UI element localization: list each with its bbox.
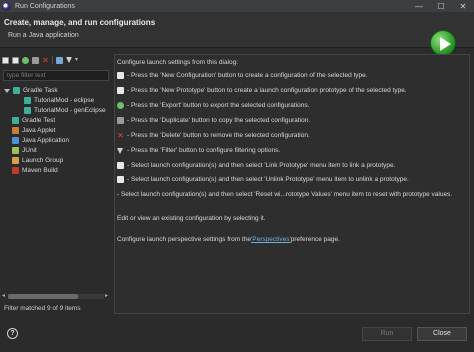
- view-menu-icon[interactable]: ▾: [75, 57, 82, 64]
- junit-icon: [12, 147, 19, 154]
- horizontal-scrollbar[interactable]: ◂ ▸: [2, 293, 110, 300]
- new-prototype-icon[interactable]: [12, 56, 19, 64]
- tree-item-tutorialmod-geneclipse[interactable]: TutorialMod - genEclipse: [24, 106, 106, 115]
- info-line-link-prototype: - Select launch configuration(s) and the…: [117, 162, 395, 169]
- dialog-subtitle: Run a Java application: [8, 32, 79, 39]
- tree-item-label: JUnit: [22, 147, 37, 154]
- new-configuration-icon[interactable]: [2, 56, 9, 64]
- export-icon[interactable]: [22, 56, 29, 64]
- dialog-title: Create, manage, and run configurations: [4, 18, 156, 27]
- tree-item-label: Maven Build: [22, 167, 58, 174]
- filter-status-text: Filter matched 9 of 9 items: [4, 305, 81, 312]
- unlink-prototype-icon: [117, 176, 124, 183]
- java-applet-icon: [12, 127, 19, 134]
- eclipse-logo-icon: [2, 1, 11, 11]
- info-line-text: - Press the 'New Configuration' button t…: [127, 72, 368, 79]
- help-icon[interactable]: ?: [7, 328, 18, 339]
- window-controls: — ☐ ✕: [408, 0, 474, 12]
- java-application-icon: [12, 137, 19, 144]
- info-line-new-configuration: - Press the 'New Configuration' button t…: [117, 72, 368, 79]
- gradle-test-icon: [12, 117, 19, 124]
- info-line-filter: - Press the 'Filter' button to configure…: [117, 147, 280, 154]
- info-panel: Configure launch settings from this dial…: [114, 54, 470, 314]
- scroll-left-icon[interactable]: ◂: [2, 293, 5, 300]
- tree-item-label: Gradle Test: [22, 117, 56, 124]
- dialog-header: Create, manage, and run configurations R…: [0, 12, 474, 56]
- scroll-right-icon[interactable]: ▸: [105, 293, 108, 300]
- info-line-reset: - Select launch configuration(s) and the…: [117, 191, 452, 198]
- toolbar-separator: [52, 56, 53, 64]
- new-configuration-icon: [117, 72, 124, 79]
- info-line-text: - Select launch configuration(s) and the…: [127, 162, 396, 169]
- perspective-text-pre: Configure launch perspective settings fr…: [117, 236, 252, 243]
- tree-item-junit[interactable]: JUnit: [12, 146, 37, 155]
- filter-icon: [117, 147, 123, 154]
- tree-item-label: Launch Group: [22, 157, 64, 164]
- perspective-text-post: preference page.: [290, 236, 340, 243]
- perspectives-link[interactable]: 'Perspectives': [251, 236, 291, 243]
- minimize-button[interactable]: —: [408, 0, 430, 12]
- tree-item-gradle-task[interactable]: Gradle Task: [4, 86, 58, 95]
- configuration-tree[interactable]: Gradle Task TutorialMod - eclipse Tutori…: [2, 84, 110, 302]
- export-icon: [117, 102, 124, 109]
- info-line-text: - Select launch configuration(s) and the…: [117, 191, 453, 198]
- new-prototype-icon: [117, 87, 124, 94]
- tree-item-gradle-test[interactable]: Gradle Test: [12, 116, 55, 125]
- scrollbar-thumb[interactable]: [8, 294, 78, 299]
- tree-item-launch-group[interactable]: Launch Group: [12, 156, 63, 165]
- filter-icon[interactable]: [66, 57, 72, 63]
- launch-group-icon: [12, 157, 19, 164]
- gradle-task-icon: [24, 97, 31, 104]
- tree-item-label: TutorialMod - eclipse: [34, 97, 95, 104]
- window-title: Run Configurations: [15, 2, 75, 10]
- info-line-text: - Press the 'Filter' button to configure…: [127, 147, 281, 154]
- info-line-text: - Press the 'New Prototype' button to cr…: [127, 87, 407, 94]
- tree-item-maven-build[interactable]: Maven Build: [12, 166, 58, 175]
- delete-icon: ✕: [117, 131, 124, 140]
- duplicate-icon: [117, 117, 124, 124]
- run-badge-icon: [430, 30, 456, 56]
- delete-icon[interactable]: ✕: [42, 56, 49, 64]
- dialog-button-bar: ? Run Close: [0, 320, 474, 352]
- tree-item-label: Java Applet: [22, 127, 56, 134]
- config-toolbar: ✕ ▾: [2, 55, 110, 65]
- info-perspective-line: Configure launch perspective settings fr…: [117, 236, 340, 243]
- info-intro: Configure launch settings from this dial…: [117, 59, 238, 66]
- tree-item-java-application[interactable]: Java Application: [12, 136, 69, 145]
- info-intro-text: Configure launch settings from this dial…: [117, 59, 239, 66]
- close-window-button[interactable]: ✕: [452, 0, 474, 12]
- gradle-task-icon: [24, 107, 31, 114]
- info-line-text: - Select launch configuration(s) and the…: [127, 176, 409, 183]
- tree-item-label: Gradle Task: [23, 87, 58, 94]
- tree-item-java-applet[interactable]: Java Applet: [12, 126, 56, 135]
- info-line-text: - Press the 'Delete' button to remove th…: [127, 132, 310, 139]
- link-prototype-icon: [117, 162, 124, 169]
- info-line-duplicate: - Press the 'Duplicate' button to copy t…: [117, 117, 310, 124]
- info-line-text: - Press the 'Export' button to export th…: [127, 102, 310, 109]
- maven-icon: [12, 167, 19, 174]
- tree-item-label: Java Application: [22, 137, 69, 144]
- gradle-icon: [13, 87, 20, 94]
- duplicate-icon[interactable]: [32, 56, 39, 64]
- info-edit-line: Edit or view an existing configuration b…: [117, 215, 266, 222]
- info-line-delete: ✕ - Press the 'Delete' button to remove …: [117, 131, 310, 140]
- tree-item-label: TutorialMod - genEclipse: [34, 107, 106, 114]
- close-button[interactable]: Close: [417, 327, 467, 341]
- info-line-export: - Press the 'Export' button to export th…: [117, 102, 309, 109]
- info-line-unlink-prototype: - Select launch configuration(s) and the…: [117, 176, 409, 183]
- info-line-new-prototype: - Press the 'New Prototype' button to cr…: [117, 87, 407, 94]
- expand-caret-icon[interactable]: [4, 88, 10, 93]
- collapse-all-icon[interactable]: [56, 56, 63, 64]
- maximize-button[interactable]: ☐: [430, 0, 452, 12]
- info-line-text: - Press the 'Duplicate' button to copy t…: [127, 117, 311, 124]
- tree-item-tutorialmod-eclipse[interactable]: TutorialMod - eclipse: [24, 96, 94, 105]
- run-button[interactable]: Run: [362, 327, 412, 341]
- title-bar: Run Configurations — ☐ ✕: [0, 0, 474, 12]
- filter-input[interactable]: type filter text: [3, 70, 109, 81]
- scrollbar-track[interactable]: [8, 294, 104, 299]
- info-edit-text: Edit or view an existing configuration b…: [117, 215, 266, 222]
